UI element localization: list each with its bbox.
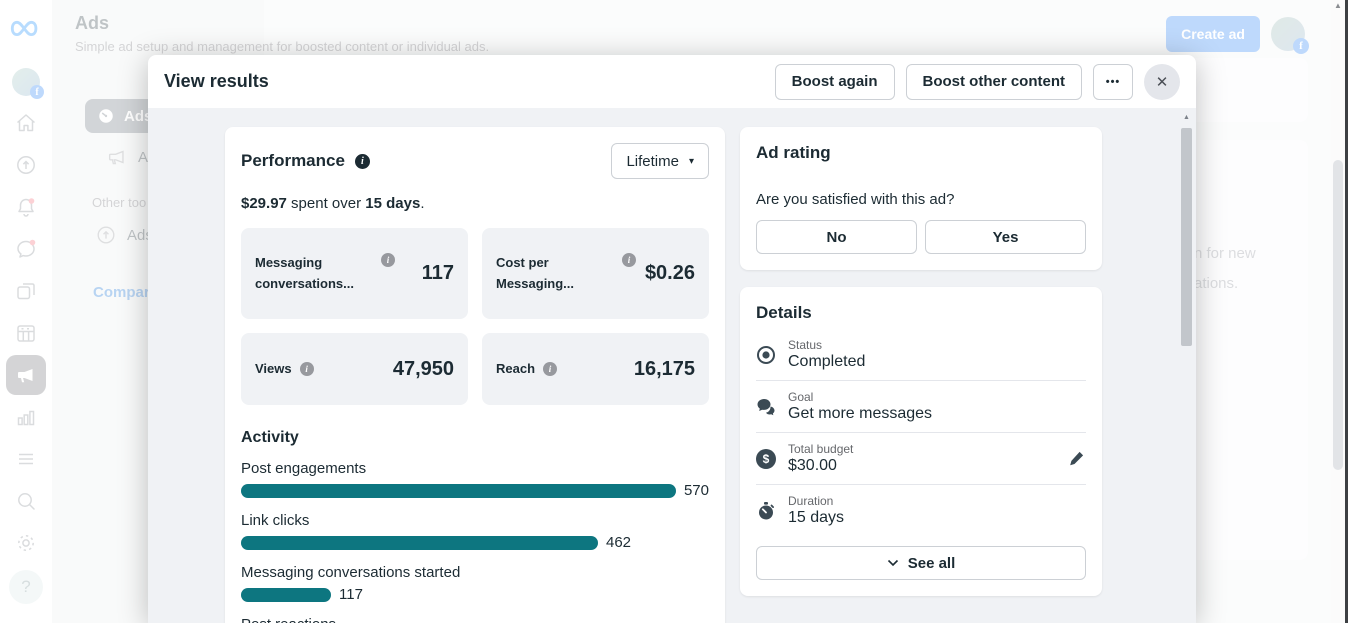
details-see-all-button[interactable]: See all [756,546,1086,580]
bar-label: Link clicks [241,512,709,529]
ad-rating-card: Ad rating Are you satisfied with this ad… [740,127,1102,270]
spend-period: . [420,195,424,212]
modal-title: View results [164,71,764,92]
metric-card-messaging-conversations[interactable]: Messaging conversations... i 117 [241,228,468,319]
metric-card-views[interactable]: Viewsi 47,950 [241,333,468,405]
date-range-value: Lifetime [626,153,679,170]
bar-value: 570 [684,482,709,499]
bar [241,588,331,602]
boost-again-button[interactable]: Boost again [775,64,895,100]
metric-value: 117 [422,262,454,285]
chevron-down-icon [887,559,899,567]
detail-value: 15 days [788,509,844,527]
modal-header: View results Boost again Boost other con… [148,55,1196,108]
spend-days: 15 days [365,195,420,212]
page-scrollbar[interactable]: ▲ [1331,0,1345,623]
detail-label: Goal [788,390,932,404]
chevron-down-icon: ▾ [689,156,694,167]
bar-label: Post engagements [241,460,709,477]
metric-value: 16,175 [634,358,695,381]
ad-rating-question: Are you satisfied with this ad? [756,191,1086,208]
detail-value: Completed [788,353,865,371]
detail-row-goal: GoalGet more messages [756,381,1086,432]
boost-other-content-button[interactable]: Boost other content [906,64,1083,100]
detail-label: Duration [788,494,844,508]
rating-yes-button[interactable]: Yes [925,220,1086,254]
bar [241,484,676,498]
detail-label: Status [788,338,865,352]
details-heading: Details [756,303,1086,323]
activity-bar-messaging-conversations-started: Messaging conversations started 117 [241,564,709,603]
bar-value: 462 [606,534,631,551]
bar-label: Post reactions [241,616,709,623]
see-all-label: See all [908,555,956,572]
performance-card: Performance i Lifetime ▾ $29.97 spent ov… [225,127,725,623]
stopwatch-icon [756,501,776,521]
app-screen: Ads Simple ad setup and management for b… [0,0,1348,623]
rating-no-button[interactable]: No [756,220,917,254]
dollar-circle-icon: $ [756,449,776,469]
info-icon[interactable]: i [300,362,314,376]
details-card: Details StatusCompleted [740,287,1102,596]
activity-bar-post-engagements: Post engagements 570 [241,460,709,499]
bar [241,536,598,550]
info-icon[interactable]: i [355,154,370,169]
modal-right-column: Ad rating Are you satisfied with this ad… [740,127,1102,596]
modal-scrollbar-thumb[interactable] [1181,128,1192,346]
detail-row-duration: Duration15 days [756,485,1086,536]
close-button[interactable]: ✕ [1144,64,1180,100]
chat-bubbles-icon [756,397,776,417]
metric-value: 47,950 [393,358,454,381]
activity-bar-link-clicks: Link clicks 462 [241,512,709,551]
modal-scrollbar[interactable]: ▲ [1180,108,1193,623]
ad-rating-heading: Ad rating [756,143,1086,163]
edit-budget-pencil-icon[interactable] [1066,449,1086,469]
modal-body: Performance i Lifetime ▾ $29.97 spent ov… [148,108,1196,623]
detail-label: Total budget [788,442,853,456]
more-options-button[interactable]: ••• [1093,64,1133,100]
detail-value: Get more messages [788,405,932,423]
spend-summary: $29.97 spent over 15 days. [241,195,709,212]
metric-label: Cost per Messaging... [496,253,614,293]
spend-text: spent over [287,195,365,212]
view-results-modal: View results Boost again Boost other con… [148,55,1196,623]
scroll-up-arrow-icon[interactable]: ▲ [1331,1,1345,10]
detail-value: $30.00 [788,457,853,475]
activity-heading: Activity [241,429,709,447]
status-radio-icon [756,345,776,365]
metric-label: Messaging conversations... [255,253,373,293]
detail-row-total-budget: $ Total budget$30.00 [756,433,1086,484]
metric-card-cost-per-messaging[interactable]: Cost per Messaging... i $0.26 [482,228,709,319]
activity-bar-post-reactions: Post reactions 66 [241,616,709,623]
info-icon[interactable]: i [543,362,557,376]
metrics-grid: Messaging conversations... i 117 Cost per… [241,228,709,405]
bar-label: Messaging conversations started [241,564,709,581]
metric-value: $0.26 [645,262,695,285]
page-scrollbar-thumb[interactable] [1333,160,1343,470]
metric-label: Reach [496,359,535,379]
detail-row-status: StatusCompleted [756,329,1086,380]
metric-card-reach[interactable]: Reachi 16,175 [482,333,709,405]
scroll-up-arrow-icon[interactable]: ▲ [1180,114,1193,121]
info-icon[interactable]: i [381,253,395,267]
performance-heading: Performance [241,151,345,171]
info-icon[interactable]: i [622,253,636,267]
metric-label: Views [255,359,292,379]
bar-value: 117 [339,586,363,603]
date-range-dropdown[interactable]: Lifetime ▾ [611,143,709,179]
spend-amount: $29.97 [241,195,287,212]
